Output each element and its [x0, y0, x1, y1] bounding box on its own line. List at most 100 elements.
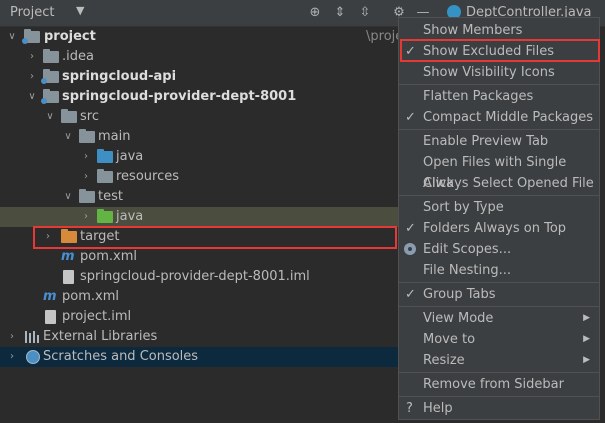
locate-file-icon[interactable]: ⊕ — [306, 4, 324, 22]
menu-item-label: Move to — [423, 332, 476, 347]
menu-item-show-excluded-files[interactable]: ✓ Show Excluded Files — [399, 41, 599, 62]
panel-dropdown-icon[interactable]: ▼ — [76, 4, 84, 17]
menu-item-label: View Mode — [423, 311, 494, 326]
resources-folder-icon — [97, 169, 113, 183]
tree-label: resources — [116, 169, 180, 184]
collapsed-arrow-icon[interactable]: › — [26, 47, 38, 67]
collapsed-arrow-icon[interactable]: › — [6, 347, 18, 367]
menu-separator — [399, 372, 599, 373]
scratches-icon — [26, 350, 40, 364]
expanded-arrow-icon[interactable]: ∨ — [44, 107, 56, 127]
menu-item-view-mode[interactable]: View Mode ▶ — [399, 308, 599, 329]
help-icon: ? — [406, 401, 413, 416]
collapsed-arrow-icon[interactable]: › — [80, 167, 92, 187]
options-menu: Show Members ✓ Show Excluded Files Show V… — [398, 17, 600, 420]
menu-item-label: Enable Preview Tab — [423, 134, 549, 149]
tree-label: Scratches and Consoles — [43, 349, 199, 364]
scope-icon — [404, 243, 416, 255]
menu-item-label: Show Members — [423, 23, 523, 38]
check-icon: ✓ — [405, 110, 416, 125]
tree-label: .idea — [62, 49, 94, 64]
menu-separator — [399, 396, 599, 397]
excluded-folder-icon — [61, 229, 77, 243]
panel-title[interactable]: Project — [10, 5, 54, 20]
menu-item-label: File Nesting... — [423, 263, 511, 278]
expanded-arrow-icon[interactable]: ∨ — [26, 87, 38, 107]
menu-item-file-nesting[interactable]: File Nesting... — [399, 260, 599, 281]
menu-item-compact-middle-packages[interactable]: ✓ Compact Middle Packages — [399, 107, 599, 128]
menu-item-help[interactable]: ? Help — [399, 398, 599, 419]
expand-all-icon[interactable]: ⇕ — [331, 4, 349, 22]
menu-item-label: Remove from Sidebar — [423, 377, 564, 392]
menu-item-edit-scopes[interactable]: Edit Scopes... — [399, 239, 599, 260]
folder-icon — [79, 189, 95, 203]
tree-label: src — [80, 109, 99, 124]
menu-item-label: Folders Always on Top — [423, 221, 567, 236]
iml-file-icon — [45, 310, 56, 324]
menu-item-label: Show Excluded Files — [423, 44, 555, 59]
expanded-arrow-icon[interactable]: ∨ — [62, 127, 74, 147]
menu-item-always-select-opened-file[interactable]: Always Select Opened File — [399, 173, 599, 194]
menu-item-show-members[interactable]: Show Members — [399, 20, 599, 41]
menu-separator — [399, 195, 599, 196]
tree-label: target — [80, 229, 120, 244]
menu-item-enable-preview-tab[interactable]: Enable Preview Tab — [399, 131, 599, 152]
maven-icon: m — [43, 289, 57, 304]
menu-item-sort-by-type[interactable]: Sort by Type — [399, 197, 599, 218]
collapsed-arrow-icon[interactable]: › — [26, 67, 38, 87]
menu-item-label: Edit Scopes... — [423, 242, 512, 257]
expanded-arrow-icon[interactable]: ∨ — [62, 187, 74, 207]
folder-icon — [79, 129, 95, 143]
tree-label: pom.xml — [62, 289, 119, 304]
menu-item-label: Flatten Packages — [423, 89, 534, 104]
iml-file-icon — [63, 270, 74, 284]
menu-item-label: Compact Middle Packages — [423, 110, 594, 125]
module-folder-icon — [41, 89, 59, 104]
tree-label: External Libraries — [43, 329, 158, 344]
menu-item-label: Group Tabs — [423, 287, 496, 302]
menu-item-remove-from-sidebar[interactable]: Remove from Sidebar — [399, 374, 599, 395]
source-folder-icon — [97, 149, 113, 163]
submenu-arrow-icon: ▶ — [583, 334, 590, 344]
menu-item-label: Resize — [423, 353, 465, 368]
tree-label: java — [116, 149, 144, 164]
collapsed-arrow-icon[interactable]: › — [42, 227, 54, 247]
menu-item-open-files-single-click[interactable]: Open Files with Single Click — [399, 152, 599, 191]
menu-separator — [399, 282, 599, 283]
tree-label: project — [44, 29, 96, 44]
module-badge-icon — [41, 78, 47, 84]
tree-label: springcloud-api — [62, 69, 177, 84]
submenu-arrow-icon: ▶ — [583, 313, 590, 323]
maven-icon: m — [61, 249, 75, 264]
folder-icon — [43, 49, 59, 63]
expanded-arrow-icon[interactable]: ∨ — [6, 27, 18, 47]
menu-item-move-to[interactable]: Move to ▶ — [399, 329, 599, 350]
tree-label: test — [98, 189, 123, 204]
menu-item-flatten-packages[interactable]: Flatten Packages — [399, 86, 599, 107]
tree-label: springcloud-provider-dept-8001 — [62, 89, 297, 104]
tree-label: pom.xml — [80, 249, 137, 264]
module-badge-icon — [22, 38, 28, 44]
menu-item-label: Show Visibility Icons — [423, 65, 555, 80]
check-icon: ✓ — [405, 44, 416, 59]
menu-item-resize[interactable]: Resize ▶ — [399, 350, 599, 371]
menu-item-folders-always-on-top[interactable]: ✓ Folders Always on Top — [399, 218, 599, 239]
collapse-all-icon[interactable]: ⇳ — [356, 4, 374, 22]
menu-item-label: Help — [423, 401, 453, 416]
module-badge-icon — [41, 98, 47, 104]
editor-gutter — [600, 27, 605, 423]
collapsed-arrow-icon[interactable]: › — [80, 207, 92, 227]
folder-icon — [61, 109, 77, 123]
menu-item-group-tabs[interactable]: ✓ Group Tabs — [399, 284, 599, 305]
collapsed-arrow-icon[interactable]: › — [80, 147, 92, 167]
menu-separator — [399, 306, 599, 307]
collapsed-arrow-icon[interactable]: › — [6, 327, 18, 347]
library-icon — [24, 331, 40, 343]
module-folder-icon — [41, 69, 59, 84]
menu-item-show-visibility-icons[interactable]: Show Visibility Icons — [399, 62, 599, 83]
tree-label: project.iml — [62, 309, 132, 324]
check-icon: ✓ — [405, 287, 416, 302]
tree-label: main — [98, 129, 131, 144]
menu-item-label: Always Select Opened File — [423, 176, 594, 191]
tree-label: springcloud-provider-dept-8001.iml — [80, 269, 310, 284]
